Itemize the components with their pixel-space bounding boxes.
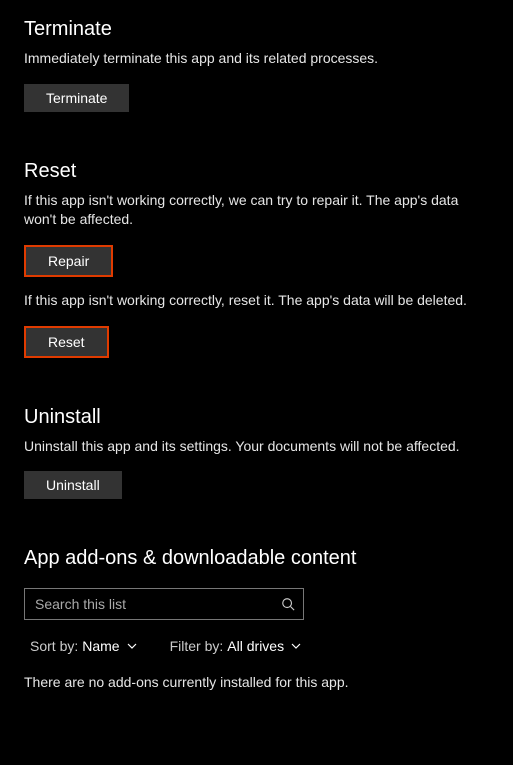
- uninstall-description: Uninstall this app and its settings. You…: [24, 437, 489, 456]
- terminate-section: Terminate Immediately terminate this app…: [24, 18, 489, 112]
- uninstall-section: Uninstall Uninstall this app and its set…: [24, 406, 489, 500]
- filter-by-dropdown[interactable]: Filter by: All drives: [170, 638, 302, 654]
- sort-value: Name: [82, 638, 119, 654]
- uninstall-heading: Uninstall: [24, 406, 489, 429]
- uninstall-button[interactable]: Uninstall: [24, 471, 122, 499]
- addons-empty-message: There are no add-ons currently installed…: [24, 674, 489, 690]
- search-icon[interactable]: [273, 589, 303, 619]
- terminate-button[interactable]: Terminate: [24, 84, 129, 112]
- chevron-down-icon: [290, 640, 302, 652]
- terminate-description: Immediately terminate this app and its r…: [24, 49, 489, 68]
- repair-button[interactable]: Repair: [26, 247, 111, 275]
- reset-description: If this app isn't working correctly, res…: [24, 291, 489, 310]
- reset-heading: Reset: [24, 160, 489, 183]
- addons-heading: App add-ons & downloadable content: [24, 547, 489, 570]
- sort-by-dropdown[interactable]: Sort by: Name: [30, 638, 138, 654]
- filter-value: All drives: [227, 638, 284, 654]
- addons-section: App add-ons & downloadable content Sort …: [24, 547, 489, 690]
- repair-description: If this app isn't working correctly, we …: [24, 191, 489, 229]
- filter-label: Filter by:: [170, 638, 224, 654]
- addons-filters: Sort by: Name Filter by: All drives: [24, 638, 489, 654]
- repair-highlight: Repair: [24, 245, 113, 277]
- reset-button[interactable]: Reset: [26, 328, 107, 356]
- search-input[interactable]: [25, 596, 273, 612]
- chevron-down-icon: [126, 640, 138, 652]
- addons-search[interactable]: [24, 588, 304, 620]
- sort-label: Sort by:: [30, 638, 78, 654]
- reset-highlight: Reset: [24, 326, 109, 358]
- terminate-heading: Terminate: [24, 18, 489, 41]
- reset-section: Reset If this app isn't working correctl…: [24, 160, 489, 358]
